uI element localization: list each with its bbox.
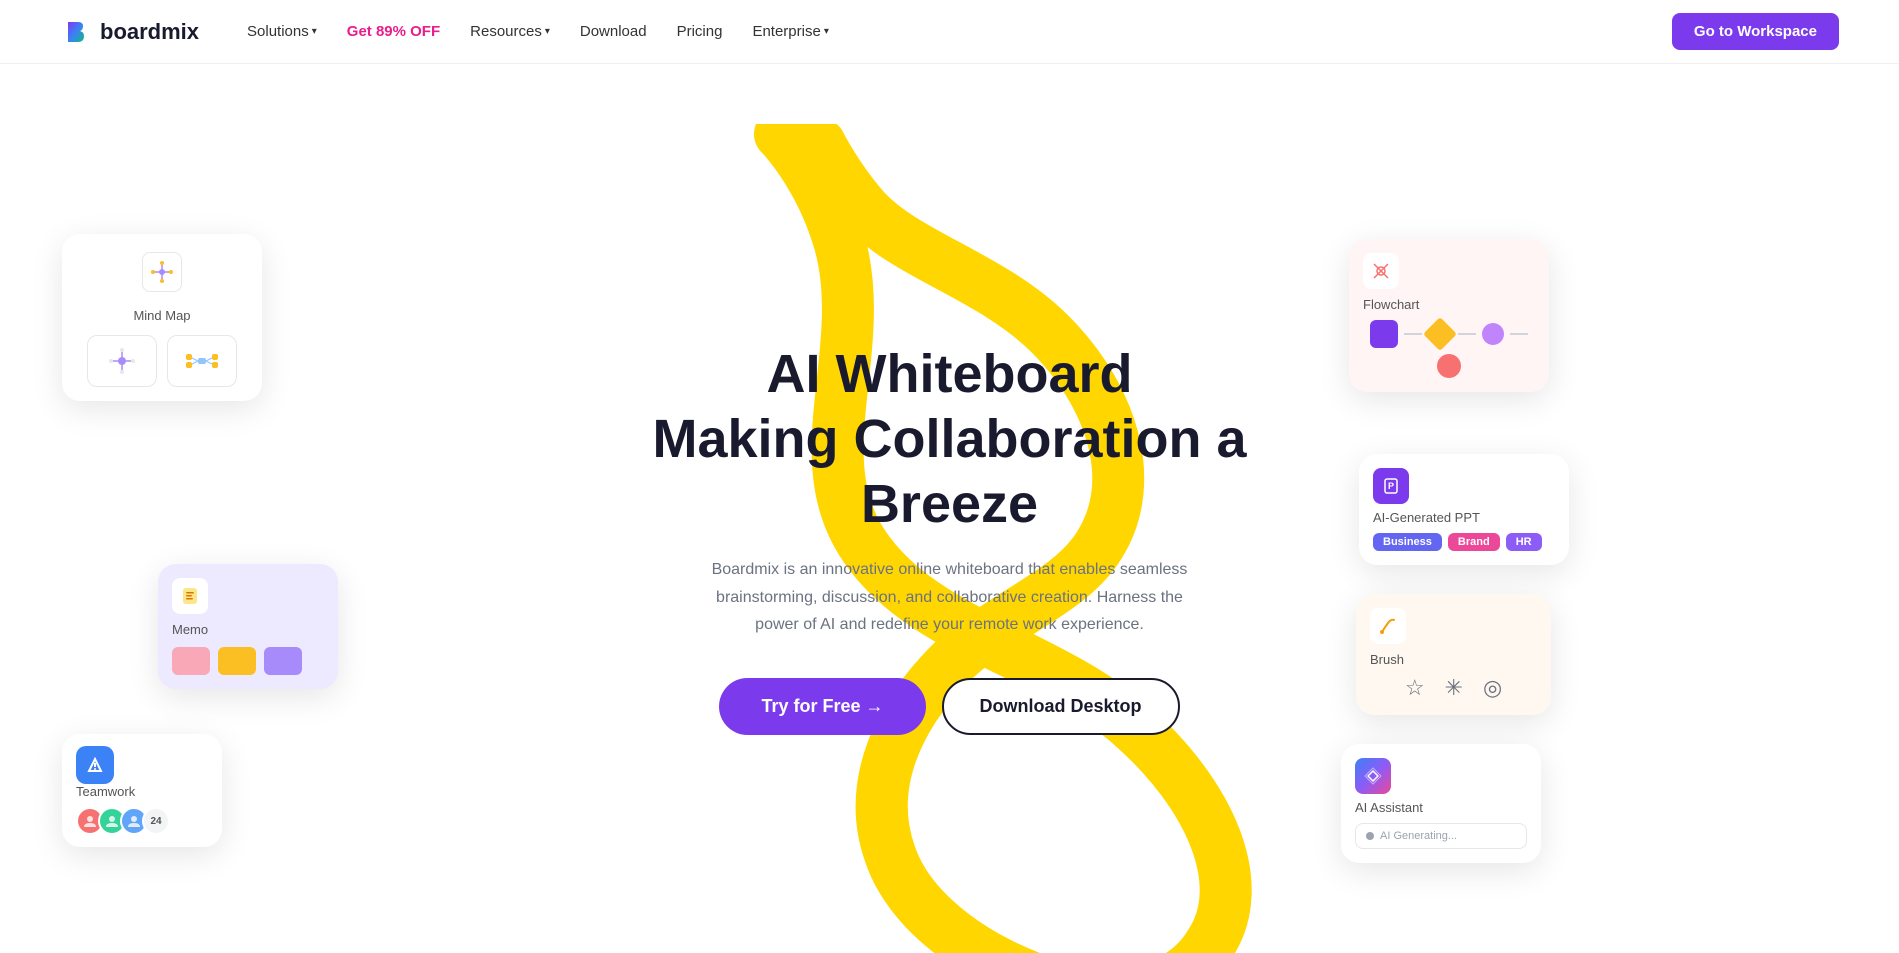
brush-sym-eye: ◎ bbox=[1483, 675, 1502, 701]
aippt-icon: P bbox=[1373, 468, 1409, 504]
hero-buttons: Try for Free → Download Desktop bbox=[650, 678, 1250, 735]
ai-generating-text: AI Generating... bbox=[1380, 830, 1457, 842]
avatar-count: 24 bbox=[142, 807, 170, 835]
hero-section: AI Whiteboard Making Collaboration a Bre… bbox=[0, 64, 1899, 953]
mindmap-sub-icon-2 bbox=[167, 335, 237, 387]
logo-text: boardmix bbox=[100, 19, 199, 45]
try-for-free-button[interactable]: Try for Free → bbox=[719, 678, 925, 735]
memo-card-title: Memo bbox=[172, 622, 324, 637]
brush-card: Brush ☆ ✳ ◎ bbox=[1356, 594, 1551, 715]
aippt-badge-brand: Brand bbox=[1448, 533, 1500, 551]
memo-colors bbox=[172, 647, 324, 675]
svg-text:P: P bbox=[1388, 481, 1394, 491]
ai-assistant-card-title: AI Assistant bbox=[1355, 800, 1527, 815]
fc-circle-red bbox=[1437, 354, 1461, 378]
teamwork-icon bbox=[76, 746, 114, 784]
fc-square bbox=[1370, 320, 1398, 348]
hero-subtitle: Boardmix is an innovative online whitebo… bbox=[710, 556, 1190, 638]
mindmap-main-icon bbox=[142, 252, 182, 292]
nav-solutions[interactable]: Solutions ▾ bbox=[235, 17, 329, 46]
ai-assistant-card: AI Assistant AI Generating... bbox=[1341, 744, 1541, 863]
nav-sale[interactable]: Get 89% OFF bbox=[335, 17, 452, 46]
brush-icon bbox=[1370, 608, 1406, 644]
memo-color-purple bbox=[264, 647, 302, 675]
nav-left: boardmix Solutions ▾ Get 89% OFF Resourc… bbox=[60, 16, 841, 48]
aippt-badge-business: Business bbox=[1373, 533, 1442, 551]
memo-card: Memo bbox=[158, 564, 338, 689]
download-desktop-button[interactable]: Download Desktop bbox=[942, 678, 1180, 735]
mindmap-sub-icons bbox=[78, 335, 246, 387]
teamwork-avatars: 24 bbox=[76, 807, 208, 835]
mindmap-card-title: Mind Map bbox=[78, 308, 246, 323]
brush-sym-star: ☆ bbox=[1405, 675, 1425, 701]
mindmap-top-icon bbox=[78, 252, 246, 298]
mindmap-sub-icon-1 bbox=[87, 335, 157, 387]
nav-download[interactable]: Download bbox=[568, 17, 659, 46]
nav-enterprise[interactable]: Enterprise ▾ bbox=[740, 17, 840, 46]
mindmap-card: Mind Map bbox=[62, 234, 262, 401]
flowchart-card-title: Flowchart bbox=[1363, 297, 1535, 312]
flowchart-icon bbox=[1363, 253, 1399, 289]
ai-generating-dot bbox=[1366, 832, 1374, 840]
brush-sym-sun: ✳ bbox=[1445, 675, 1463, 701]
fc-diamond bbox=[1423, 317, 1457, 351]
nav-resources[interactable]: Resources ▾ bbox=[458, 17, 562, 46]
aippt-badges: Business Brand HR bbox=[1373, 533, 1555, 551]
logo[interactable]: boardmix bbox=[60, 16, 199, 48]
hero-title: AI Whiteboard Making Collaboration a Bre… bbox=[650, 342, 1250, 536]
aippt-card-title: AI-Generated PPT bbox=[1373, 510, 1555, 525]
teamwork-card-title: Teamwork bbox=[76, 784, 208, 799]
navbar: boardmix Solutions ▾ Get 89% OFF Resourc… bbox=[0, 0, 1899, 64]
memo-icon bbox=[172, 578, 208, 614]
flowchart-diagram bbox=[1363, 320, 1535, 378]
ai-generating-row: AI Generating... bbox=[1355, 823, 1527, 849]
aippt-card: P AI-Generated PPT Business Brand HR bbox=[1359, 454, 1569, 565]
hero-text: AI Whiteboard Making Collaboration a Bre… bbox=[650, 342, 1250, 735]
fc-line-2 bbox=[1458, 333, 1476, 335]
aippt-badge-hr: HR bbox=[1506, 533, 1542, 551]
fc-circle-purple bbox=[1482, 323, 1504, 345]
fc-line-3 bbox=[1510, 333, 1528, 335]
teamwork-card: Teamwork 24 bbox=[62, 734, 222, 847]
nav-links: Solutions ▾ Get 89% OFF Resources ▾ Down… bbox=[235, 17, 841, 46]
memo-color-pink bbox=[172, 647, 210, 675]
mindmap-svg bbox=[150, 260, 174, 284]
memo-color-yellow bbox=[218, 647, 256, 675]
brush-symbols: ☆ ✳ ◎ bbox=[1370, 675, 1537, 701]
nav-pricing[interactable]: Pricing bbox=[665, 17, 735, 46]
logo-icon bbox=[60, 16, 92, 48]
ai-assistant-icon bbox=[1355, 758, 1391, 794]
go-to-workspace-button[interactable]: Go to Workspace bbox=[1672, 13, 1839, 50]
brush-card-title: Brush bbox=[1370, 652, 1537, 667]
fc-line-1 bbox=[1404, 333, 1422, 335]
flowchart-card: Flowchart bbox=[1349, 239, 1549, 392]
nav-right: Go to Workspace bbox=[1672, 13, 1839, 50]
